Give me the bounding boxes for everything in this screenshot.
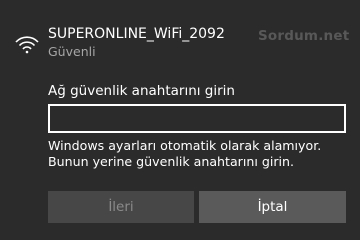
cancel-button[interactable]: İptal (199, 191, 346, 223)
next-button[interactable]: İleri (48, 191, 194, 223)
security-key-label: Ağ güvenlik anahtarını girin (48, 83, 235, 99)
error-message-line-2: Bunun yerine güvenlik anahtarını girin. (48, 154, 295, 169)
watermark: Sordum.net (258, 28, 350, 44)
wifi-secured-icon (14, 32, 40, 54)
network-name: SUPERONLINE_WiFi_2092 (48, 26, 225, 42)
wifi-connect-panel: SUPERONLINE_WiFi_2092 Güvenli Sordum.net… (0, 0, 360, 240)
network-security-status: Güvenli (48, 44, 96, 59)
error-message: Windows ayarları otomatik olarak alamıyo… (48, 138, 354, 170)
security-key-input[interactable] (48, 104, 346, 133)
error-message-line-1: Windows ayarları otomatik olarak alamıyo… (48, 138, 322, 153)
